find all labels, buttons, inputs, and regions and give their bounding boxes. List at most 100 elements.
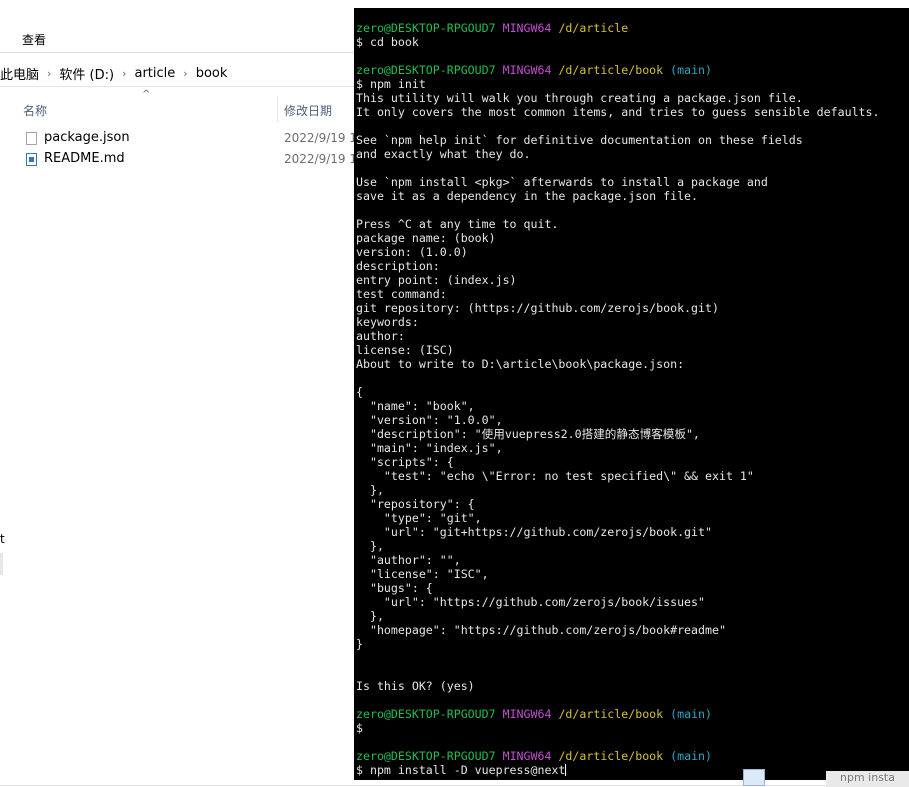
terminal-line: This utility will walk you through creat… xyxy=(356,91,909,105)
terminal-text-segment: /d/article/book xyxy=(558,707,671,721)
terminal-text-segment: keywords: xyxy=(356,315,419,329)
terminal-text-segment: Use `npm install <pkg>` afterwards to in… xyxy=(356,175,768,189)
terminal-line: author: xyxy=(356,329,909,343)
terminal-text-segment: MINGW64 xyxy=(502,63,559,77)
terminal-text-segment: "author": "", xyxy=(356,553,461,567)
terminal-line: keywords: xyxy=(356,315,909,329)
terminal-text-segment: "name": "book", xyxy=(356,399,475,413)
terminal-text-segment: It only covers the most common items, an… xyxy=(356,105,880,119)
terminal-text-segment: /d/article/book xyxy=(558,749,671,763)
column-header-name[interactable]: 名称 xyxy=(23,102,47,119)
ribbon-tab-view[interactable]: 查看 xyxy=(22,31,46,48)
terminal-text-segment: package name: (book) xyxy=(356,231,496,245)
json-file-icon xyxy=(26,132,37,145)
taskbar-hint[interactable]: npm insta xyxy=(826,771,909,787)
terminal-line: "version": "1.0.0", xyxy=(356,413,909,427)
chevron-right-icon[interactable]: › xyxy=(181,67,189,80)
terminal-text-segment: entry point: (index.js) xyxy=(356,273,517,287)
terminal-text-segment: "homepage": "https://github.com/zerojs/b… xyxy=(356,623,726,637)
terminal-line: $ npm init xyxy=(356,77,909,91)
column-resize-handle[interactable] xyxy=(277,96,278,122)
terminal-text-segment: test command: xyxy=(356,287,447,301)
taskbar-button[interactable] xyxy=(743,769,765,786)
terminal-text-segment: Is this OK? (yes) xyxy=(356,679,475,693)
terminal-line: "repository": { xyxy=(356,497,909,511)
terminal-text-segment: git repository: (https://github.com/zero… xyxy=(356,301,719,315)
file-explorer-window: 查看 此电脑 › 软件 (D:) › article › book ^ 名称 修… xyxy=(0,0,357,787)
file-name: README.md xyxy=(44,151,125,166)
terminal-text-segment: description: xyxy=(356,259,440,273)
terminal-line: $ cd book xyxy=(356,35,909,49)
terminal-text-segment: zero@DESKTOP-RPGOUD7 xyxy=(356,21,503,35)
breadcrumb-article[interactable]: article xyxy=(129,66,182,81)
terminal-text-segment: MINGW64 xyxy=(502,707,559,721)
sort-ascending-icon: ^ xyxy=(142,89,151,100)
terminal-text-segment: version: (1.0.0) xyxy=(356,245,468,259)
nav-pane-clipped-text: t xyxy=(0,532,5,546)
terminal-text-segment: MINGW64 xyxy=(502,749,559,763)
terminal-text-segment: "bugs": { xyxy=(356,581,433,595)
terminal-line: "type": "git", xyxy=(356,511,909,525)
breadcrumb-this-pc[interactable]: 此电脑 xyxy=(0,64,45,83)
file-row-package-json[interactable]: package.json 2022/9/19 1 xyxy=(0,129,357,149)
terminal-text-segment: (main) xyxy=(670,707,713,721)
terminal-line: test command: xyxy=(356,287,909,301)
breadcrumb-drive-d[interactable]: 软件 (D:) xyxy=(53,64,120,83)
terminal-text-segment: "type": "git", xyxy=(356,511,482,525)
chevron-right-icon[interactable]: › xyxy=(120,67,128,80)
terminal-text-segment: (main) xyxy=(670,749,713,763)
file-name: package.json xyxy=(44,130,130,145)
terminal-text-segment: "description": "使用vuepress2.0搭建的静态博客模板", xyxy=(356,427,700,441)
terminal-text-segment: /d/article/book xyxy=(558,63,671,77)
terminal-line: and exactly what they do. xyxy=(356,147,909,161)
terminal-text-segment: See `npm help init` for definitive docum… xyxy=(356,133,803,147)
terminal-line: "homepage": "https://github.com/zerojs/b… xyxy=(356,623,909,637)
nav-pane-scrollbar[interactable] xyxy=(0,553,3,575)
markdown-file-icon xyxy=(26,153,37,166)
column-header-modified-date[interactable]: 修改日期 xyxy=(284,102,332,119)
breadcrumb-book[interactable]: book xyxy=(190,66,234,81)
terminal-line: zero@DESKTOP-RPGOUD7 MINGW64 /d/article/… xyxy=(356,749,909,763)
breadcrumb[interactable]: 此电脑 › 软件 (D:) › article › book xyxy=(0,61,355,85)
terminal-line: }, xyxy=(356,539,909,553)
terminal-text-segment: $ npm install -D vuepress@next xyxy=(356,763,566,777)
terminal-text-segment: zero@DESKTOP-RPGOUD7 xyxy=(356,749,503,763)
terminal-text-segment: "url": "https://github.com/zerojs/book/i… xyxy=(356,595,706,609)
terminal-text-segment: $ npm init xyxy=(356,77,426,91)
terminal-line: git repository: (https://github.com/zero… xyxy=(356,301,909,315)
terminal-line: "url": "https://github.com/zerojs/book/i… xyxy=(356,595,909,609)
terminal-output: zero@DESKTOP-RPGOUD7 MINGW64 /d/article $… xyxy=(356,21,909,777)
terminal-text-segment: zero@DESKTOP-RPGOUD7 xyxy=(356,707,503,721)
terminal-text-segment: Press ^C at any time to quit. xyxy=(356,217,559,231)
terminal-line: "license": "ISC", xyxy=(356,567,909,581)
terminal-line: zero@DESKTOP-RPGOUD7 MINGW64 /d/article/… xyxy=(356,707,909,721)
terminal-line: version: (1.0.0) xyxy=(356,245,909,259)
address-bar-divider xyxy=(0,86,355,87)
terminal-line: "url": "git+https://github.com/zerojs/bo… xyxy=(356,525,909,539)
terminal-line: save it as a dependency in the package.j… xyxy=(356,189,909,203)
terminal-window[interactable]: zero@DESKTOP-RPGOUD7 MINGW64 /d/article $… xyxy=(354,8,909,780)
terminal-line: Use `npm install <pkg>` afterwards to in… xyxy=(356,175,909,189)
terminal-text-segment: "main": "index.js", xyxy=(356,441,503,455)
terminal-text-segment: license: (ISC) xyxy=(356,343,454,357)
terminal-text-segment: "license": "ISC", xyxy=(356,567,489,581)
terminal-line: package name: (book) xyxy=(356,231,909,245)
terminal-line: "bugs": { xyxy=(356,581,909,595)
terminal-text-segment: }, xyxy=(356,609,384,623)
chevron-right-icon[interactable]: › xyxy=(45,67,53,80)
terminal-text-segment: "repository": { xyxy=(356,497,475,511)
file-row-readme-md[interactable]: README.md 2022/9/19 1 xyxy=(0,150,357,170)
taskbar-divider xyxy=(0,785,909,786)
terminal-line: About to write to D:\article\book\packag… xyxy=(356,357,909,371)
terminal-text-segment: } xyxy=(356,637,363,651)
terminal-text-segment: "test": "echo \"Error: no test specified… xyxy=(356,469,754,483)
terminal-line: It only covers the most common items, an… xyxy=(356,105,909,119)
terminal-text-segment: About to write to D:\article\book\packag… xyxy=(356,357,685,371)
terminal-cursor xyxy=(565,764,567,776)
terminal-text-segment: }, xyxy=(356,539,384,553)
terminal-text-segment: save it as a dependency in the package.j… xyxy=(356,189,699,203)
terminal-line: Press ^C at any time to quit. xyxy=(356,217,909,231)
